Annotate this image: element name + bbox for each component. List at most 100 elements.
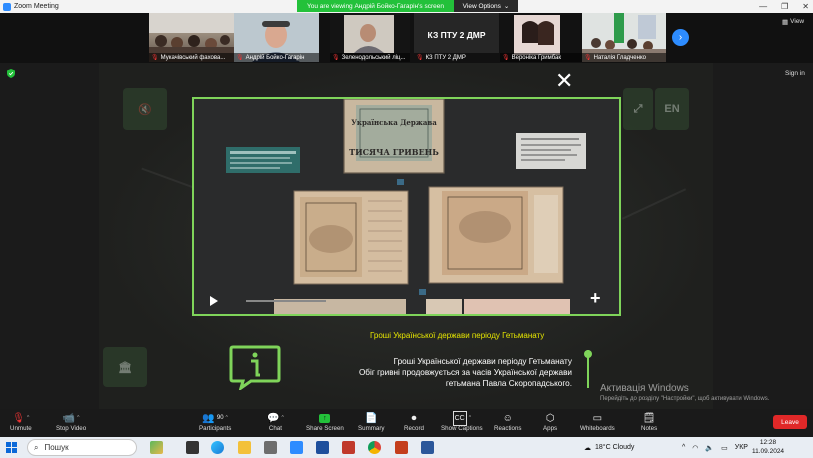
expand-icon[interactable]: ⤢ xyxy=(623,88,653,130)
word-icon[interactable] xyxy=(421,441,434,454)
stop-video-button[interactable]: 📹 ^ Stop Video xyxy=(56,412,86,432)
chevron-down-icon: ⌄ xyxy=(503,3,510,10)
chat-button[interactable]: 💬 ^ Chat xyxy=(267,412,284,432)
widgets-icon[interactable] xyxy=(150,441,163,454)
taskbar-search-box[interactable]: ⌕ Пошук xyxy=(27,439,137,456)
zoom-in-icon[interactable]: + xyxy=(590,289,601,307)
slider-knob[interactable] xyxy=(584,350,592,358)
whiteboards-label: Whiteboards xyxy=(580,425,615,432)
view-button[interactable]: ▦ View xyxy=(782,18,804,26)
captions-cc-icon: CC xyxy=(452,411,467,426)
people-icon: 👥 xyxy=(202,413,215,424)
chevron-right-icon: › xyxy=(678,32,683,43)
search-icon: ⌕ xyxy=(34,442,39,452)
window-title: Zoom Meeting xyxy=(14,3,59,10)
store-icon[interactable] xyxy=(264,441,277,454)
battery-icon[interactable]: ▭ xyxy=(721,444,728,452)
text-scroll-slider[interactable] xyxy=(584,350,592,388)
smiley-icon: ☺ xyxy=(502,413,513,424)
unmute-button[interactable]: 🎙 ^ Unmute xyxy=(10,412,32,432)
banknote-value: ТИСЯЧА ГРИВЕНЬ xyxy=(349,147,439,157)
restore-button[interactable]: ❐ xyxy=(781,2,788,11)
watermark-subtitle: Перейдіть до розділу "Настройки", щоб ак… xyxy=(600,396,770,402)
summary-button[interactable]: 📄 Summary xyxy=(358,412,384,432)
participant-name: Мукачівський фахова... xyxy=(160,54,226,61)
description-line: гетьмана Павла Скоропадського. xyxy=(445,379,572,388)
edge-browser-icon[interactable] xyxy=(211,441,224,454)
participants-button[interactable]: 👥 90 ^ Participants xyxy=(199,412,231,432)
next-page-button[interactable]: › xyxy=(672,29,689,46)
speaker-muted-icon[interactable]: 🔇 xyxy=(123,88,167,130)
participants-count: 90 xyxy=(216,415,224,421)
language-label: EN xyxy=(664,103,680,115)
description-line: Гроші Української держави періоду Гетьма… xyxy=(393,357,572,366)
unmute-label: Unmute xyxy=(10,425,32,432)
volume-icon[interactable]: 🔈 xyxy=(705,444,714,452)
participant-thumb[interactable]: 🎙 Мукачівський фахова... xyxy=(149,13,234,62)
chrome-icon[interactable] xyxy=(368,441,381,454)
caret-up-icon[interactable]: ^ xyxy=(226,412,228,425)
show-captions-button[interactable]: CC ^ Show Captions xyxy=(441,411,483,432)
participants-label: Participants xyxy=(199,425,232,432)
weather-cloud-icon: ☁ xyxy=(584,444,591,452)
watermark-title: Активація Windows xyxy=(600,383,689,394)
summary-label: Summary xyxy=(358,425,385,432)
participant-name: Андрій Бойко-Гагарін xyxy=(245,54,305,61)
keyboard-language[interactable]: УКР xyxy=(735,444,748,451)
windows-start-icon[interactable] xyxy=(6,442,17,453)
description-line: Обіг гривні продовжується за часів Украї… xyxy=(358,368,572,377)
zoom-taskbar-icon[interactable] xyxy=(290,441,303,454)
sign-in-link[interactable]: Sign in xyxy=(785,70,805,77)
participant-thumb[interactable]: 🎙 Вероніка Гримбак xyxy=(500,13,582,62)
exhibit-image-viewer[interactable]: Українська Держава ТИСЯЧА ГРИВЕНЬ + xyxy=(192,97,621,316)
title-bar: Zoom Meeting You are viewing Андрій Бойк… xyxy=(0,0,813,13)
exhibit-description: Гроші Української держави періоду Гетьма… xyxy=(322,356,572,389)
app-taskbar-icon[interactable] xyxy=(342,441,355,454)
powerpoint-icon[interactable] xyxy=(395,441,408,454)
wifi-icon[interactable]: ◠ xyxy=(692,444,698,452)
participant-strip: 🎙 Мукачівський фахова... 🎙 Андрій Бойко-Га… xyxy=(0,13,813,63)
muted-mic-icon: 🎙 xyxy=(151,55,159,61)
participant-thumb[interactable]: 🎙 Андрій Бойко-Гагарін xyxy=(234,13,319,62)
apps-button[interactable]: ⬡ Apps xyxy=(543,412,557,432)
participant-thumb[interactable]: 🎙 Наталія Гладченко xyxy=(582,13,666,62)
close-viewer-icon[interactable]: ✕ xyxy=(555,70,573,92)
app-taskbar-icon[interactable] xyxy=(316,441,329,454)
notes-button[interactable]: 🗒 Notes xyxy=(641,412,657,432)
exhibit-headline: Гроші Української держави періоду Гетьма… xyxy=(370,331,545,340)
whiteboards-button[interactable]: ▭ Whiteboards xyxy=(580,412,615,432)
share-screen-button[interactable]: ↑ Share Screen xyxy=(306,412,344,432)
close-window-button[interactable]: ✕ xyxy=(802,2,809,11)
caret-up-icon[interactable]: ^ xyxy=(469,412,471,425)
view-options-button[interactable]: View Options ⌄ xyxy=(454,0,518,12)
play-icon[interactable] xyxy=(210,296,218,306)
clock-time: 12:28 xyxy=(759,439,777,446)
info-icon[interactable] xyxy=(229,345,281,390)
file-explorer-icon[interactable] xyxy=(238,441,251,454)
task-view-icon[interactable] xyxy=(186,441,199,454)
participant-thumb[interactable]: КЗ ПТУ 2 ДМР 🎙 КЗ ПТУ 2 ДМР xyxy=(414,13,499,62)
participant-thumb[interactable]: 🎙 Зеленодольський ліц... xyxy=(330,13,410,62)
language-button[interactable]: EN xyxy=(655,88,689,130)
minimize-button[interactable]: — xyxy=(759,2,767,11)
view-options-label: View Options xyxy=(462,2,501,10)
record-label: Record xyxy=(404,425,424,432)
summary-doc-icon: 📄 xyxy=(365,413,378,424)
taskbar-clock[interactable]: 12:28 11.09.2024 xyxy=(752,438,784,456)
leave-button[interactable]: Leave xyxy=(773,415,807,429)
reactions-label: Reactions xyxy=(494,425,522,432)
museum-icon[interactable]: 🏛 xyxy=(103,347,147,387)
weather-widget[interactable]: ☁ 18°C Cloudy xyxy=(584,437,634,458)
tray-chevron-icon[interactable]: ^ xyxy=(682,444,685,451)
record-button[interactable]: ⏺ Record xyxy=(404,412,424,432)
caret-up-icon[interactable]: ^ xyxy=(27,412,29,425)
apps-label: Apps xyxy=(543,425,558,432)
windows-activation-watermark: Активація Windows Перейдіть до розділу "… xyxy=(600,383,790,402)
muted-mic-icon: 🎙 xyxy=(584,55,592,61)
media-progress-bar[interactable] xyxy=(246,300,326,302)
reactions-button[interactable]: ☺ Reactions xyxy=(494,412,522,432)
caret-up-icon[interactable]: ^ xyxy=(77,412,79,425)
chat-label: Chat xyxy=(268,425,282,432)
grid-icon: ▦ xyxy=(782,19,789,26)
caret-up-icon[interactable]: ^ xyxy=(281,412,283,425)
